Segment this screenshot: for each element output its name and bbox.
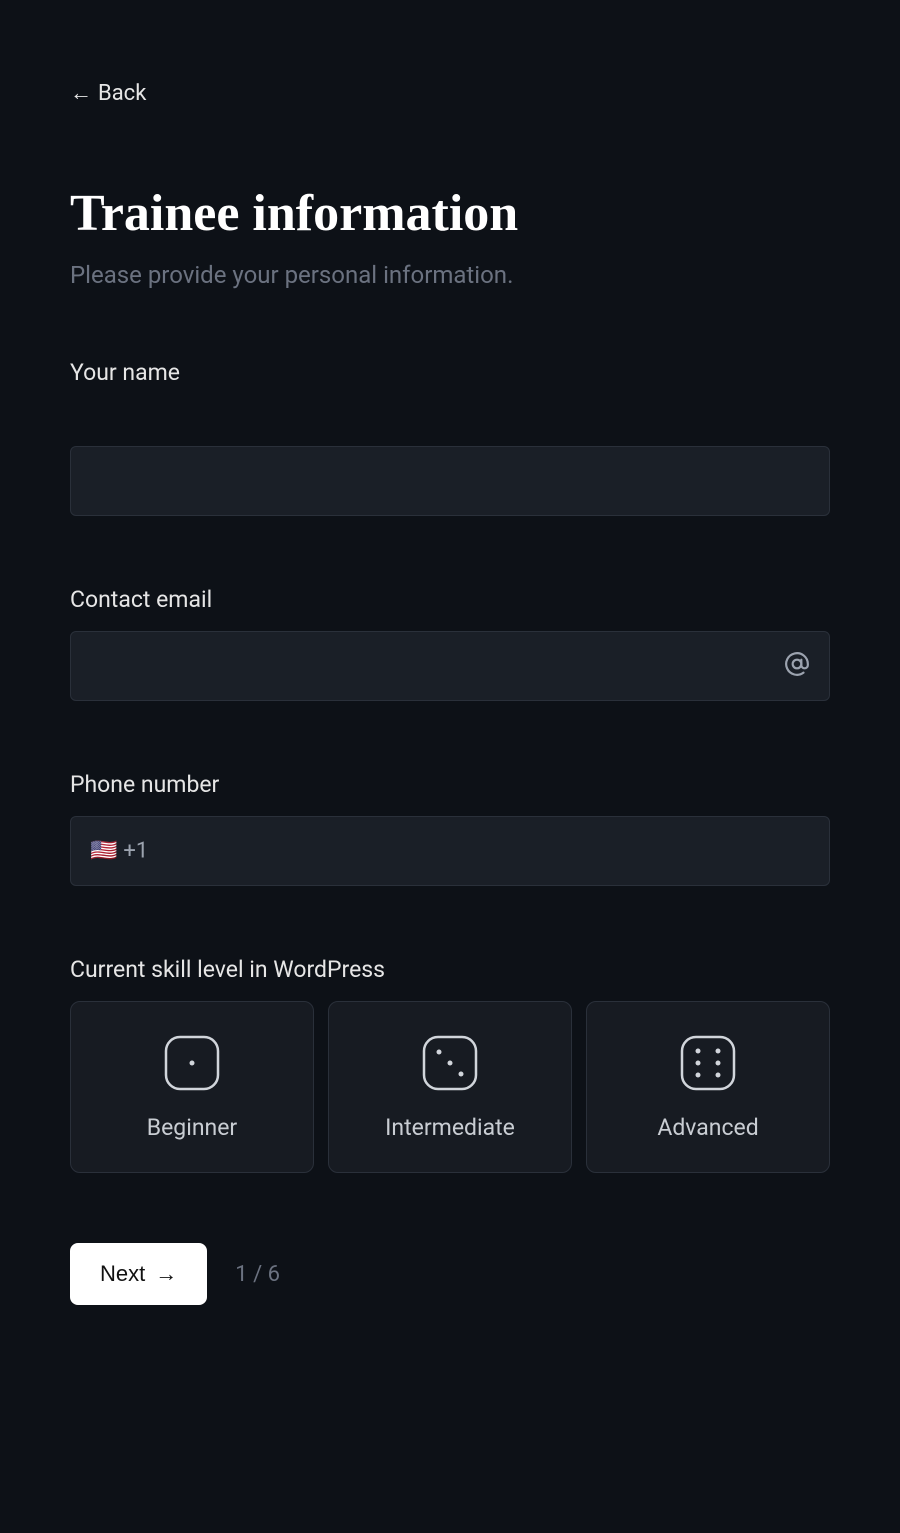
phone-input[interactable] <box>70 816 830 886</box>
email-label: Contact email <box>70 586 830 613</box>
phone-country-code: +1 <box>123 839 148 864</box>
arrow-left-icon: ← <box>70 80 92 106</box>
back-link[interactable]: ← Back <box>70 80 146 106</box>
field-group-phone: Phone number 🇺🇸 +1 <box>70 771 830 886</box>
field-group-email: Contact email <box>70 586 830 701</box>
name-label: Your name <box>70 359 830 386</box>
skill-option-advanced[interactable]: Advanced <box>586 1001 830 1173</box>
dice-one-icon <box>163 1034 221 1096</box>
dice-three-icon <box>421 1034 479 1096</box>
step-total: 6 <box>268 1262 280 1287</box>
skill-option-label: Beginner <box>147 1114 237 1141</box>
phone-label: Phone number <box>70 771 830 798</box>
skill-label: Current skill level in WordPress <box>70 956 830 983</box>
arrow-right-icon: → <box>155 1261 177 1287</box>
next-label: Next <box>100 1261 145 1287</box>
page-title: Trainee information <box>70 184 830 243</box>
phone-prefix: 🇺🇸 +1 <box>90 839 148 864</box>
step-separator: / <box>248 1262 268 1287</box>
skill-option-label: Intermediate <box>385 1114 515 1141</box>
dice-six-icon <box>679 1034 737 1096</box>
flag-icon: 🇺🇸 <box>90 839 113 864</box>
field-group-skill: Current skill level in WordPress Beginne… <box>70 956 830 1173</box>
next-button[interactable]: Next → <box>70 1243 207 1305</box>
footer-row: Next → 1 / 6 <box>70 1243 830 1305</box>
field-group-name: Your name <box>70 359 830 516</box>
skill-option-intermediate[interactable]: Intermediate <box>328 1001 572 1173</box>
step-current: 1 <box>235 1262 247 1287</box>
name-input[interactable] <box>70 446 830 516</box>
at-sign-icon <box>784 651 810 681</box>
back-label: Back <box>98 81 146 106</box>
page-subtitle: Please provide your personal information… <box>70 261 830 289</box>
step-indicator: 1 / 6 <box>235 1262 280 1287</box>
email-input[interactable] <box>70 631 830 701</box>
skill-option-beginner[interactable]: Beginner <box>70 1001 314 1173</box>
skill-option-label: Advanced <box>657 1114 758 1141</box>
